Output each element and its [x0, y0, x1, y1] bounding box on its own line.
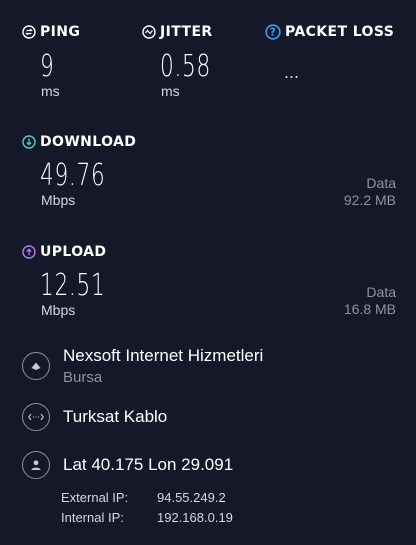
connection-icon[interactable]	[22, 403, 50, 431]
jitter-label: JITTER	[142, 24, 213, 40]
download-icon	[22, 135, 36, 149]
upload-data-label: Data	[366, 284, 396, 300]
speedtest-results-panel: PING 9 ms JITTER 0.58 ms ? PACKET LOSS .…	[0, 0, 416, 545]
download-label-text: DOWNLOAD	[40, 134, 137, 150]
svg-text:?: ?	[270, 27, 276, 39]
upload-data-value: 16.8 MB	[343, 301, 396, 317]
packet-loss-label-text: PACKET LOSS	[285, 24, 395, 40]
jitter-icon	[142, 25, 156, 39]
server-icon[interactable]	[22, 352, 50, 380]
download-label: DOWNLOAD	[22, 134, 136, 150]
help-icon[interactable]: ?	[265, 24, 281, 40]
external-ip-value: 94.55.249.2	[157, 490, 226, 505]
connection-name: Turksat Kablo	[63, 407, 168, 426]
ping-icon	[22, 25, 36, 39]
internal-ip-label: Internal IP:	[61, 510, 124, 525]
provider-name: Nexsoft Internet Hizmetleri	[63, 346, 264, 365]
jitter-value: 0.58	[160, 49, 211, 84]
connection-arrows-icon	[28, 413, 44, 421]
upload-value: 12.51	[40, 268, 106, 303]
provider-city: Bursa	[63, 369, 103, 386]
jitter-label-text: JITTER	[160, 24, 213, 40]
external-ip-label: External IP:	[61, 490, 129, 505]
person-icon[interactable]	[22, 451, 50, 479]
download-unit: Mbps	[41, 192, 76, 208]
server-glyph-icon	[31, 362, 41, 370]
jitter-unit: ms	[161, 83, 180, 99]
ping-label: PING	[22, 24, 80, 40]
person-glyph-icon	[31, 460, 41, 470]
download-data-label: Data	[366, 175, 396, 191]
ping-label-text: PING	[40, 24, 81, 40]
upload-label-text: UPLOAD	[40, 244, 107, 260]
packet-loss-value: ...	[284, 62, 300, 82]
download-value: 49.76	[40, 158, 106, 193]
internal-ip-value: 192.168.0.19	[157, 510, 233, 525]
upload-unit: Mbps	[41, 302, 76, 318]
ping-unit: ms	[41, 83, 60, 99]
upload-icon	[22, 245, 36, 259]
download-data-value: 92.2 MB	[343, 192, 396, 208]
ping-value: 9	[40, 49, 55, 84]
location-coords: Lat 40.175 Lon 29.091	[63, 455, 234, 474]
upload-label: UPLOAD	[22, 244, 106, 260]
packet-loss-label: ? PACKET LOSS	[265, 24, 394, 40]
